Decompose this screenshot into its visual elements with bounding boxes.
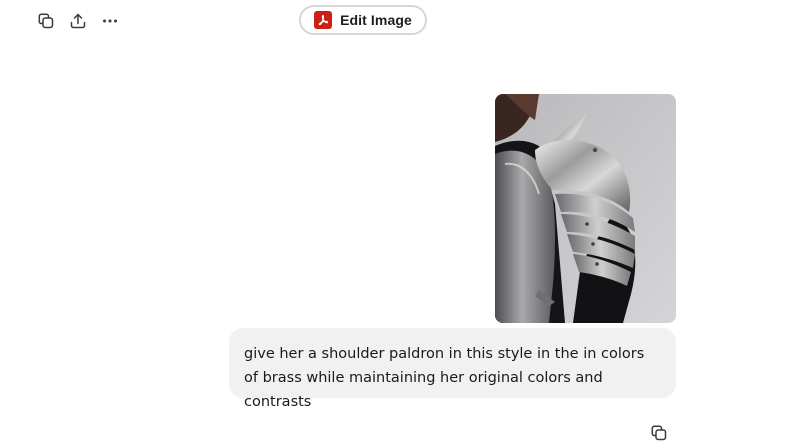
more-icon[interactable] xyxy=(99,10,121,32)
user-message: give her a shoulder paldron in this styl… xyxy=(229,328,676,410)
share-icon[interactable] xyxy=(67,10,89,32)
armor-photo xyxy=(495,94,676,323)
toolbar: Edit Image xyxy=(0,0,785,42)
edit-image-label: Edit Image xyxy=(340,12,412,28)
copy-icon[interactable] xyxy=(650,424,670,444)
user-message-text: give her a shoulder paldron in this styl… xyxy=(244,346,645,410)
attached-image[interactable] xyxy=(495,94,676,323)
acrobat-pdf-icon xyxy=(314,11,333,29)
edit-image-button[interactable]: Edit Image xyxy=(299,5,427,35)
copy-icon[interactable] xyxy=(35,10,57,32)
